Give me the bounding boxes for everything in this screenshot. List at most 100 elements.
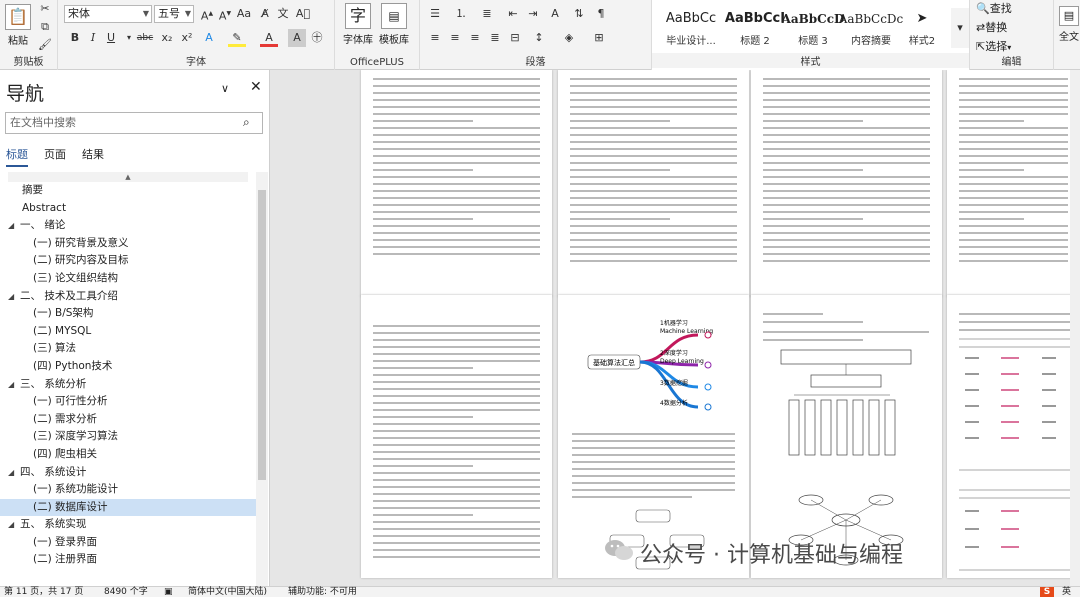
borders-icon[interactable]: ⊞ bbox=[590, 29, 608, 47]
numbering-icon[interactable]: ⒈ bbox=[452, 5, 470, 23]
nav-subheading-item[interactable]: (一) 登录界面 bbox=[0, 534, 256, 552]
sort-icon[interactable]: ⇅ bbox=[570, 5, 588, 23]
format-painter-icon[interactable]: 🖌 bbox=[36, 36, 54, 54]
bold-icon[interactable]: B bbox=[66, 29, 84, 47]
highlight-icon[interactable]: ✎ bbox=[228, 29, 246, 47]
document-area[interactable]: 基础算法汇总 1机器学习 Machine Learning 2深度学习 Deep… bbox=[271, 70, 1080, 586]
ime-logo-icon[interactable]: S bbox=[1040, 587, 1054, 597]
ime-mode[interactable]: 英 bbox=[1062, 587, 1071, 597]
nav-heading-item[interactable]: ◢ 五、 系统实现 bbox=[0, 516, 256, 534]
scroll-thumb[interactable] bbox=[258, 190, 266, 480]
language-indicator[interactable]: 简体中文(中国大陆) bbox=[188, 587, 267, 597]
nav-subheading-item[interactable]: (三) 算法 bbox=[0, 340, 256, 358]
fulltext-button[interactable]: ▤ 全文 bbox=[1056, 6, 1080, 43]
page-thumbnail[interactable] bbox=[558, 70, 749, 297]
tab-headings[interactable]: 标题 bbox=[6, 146, 28, 167]
align-right-icon[interactable]: ≡ bbox=[466, 29, 484, 47]
nav-scrollbar[interactable] bbox=[256, 172, 268, 586]
scroll-up-icon[interactable]: ▲ bbox=[8, 172, 248, 182]
accessibility-status[interactable]: 辅助功能: 不可用 bbox=[288, 587, 357, 597]
char-shading-icon[interactable]: A bbox=[288, 29, 306, 47]
font-library-button[interactable]: 字 字体库 bbox=[341, 3, 375, 46]
font-color-icon[interactable]: A bbox=[260, 29, 278, 47]
nav-heading-item[interactable]: ◢ 四、 系统设计 bbox=[0, 464, 256, 482]
char-border-icon[interactable]: A⃞ bbox=[294, 5, 312, 23]
search-icon[interactable]: ⌕ bbox=[243, 115, 250, 130]
align-center-icon[interactable]: ≡ bbox=[446, 29, 464, 47]
chevron-down-icon[interactable]: ∨ bbox=[221, 82, 229, 95]
nav-heading-item[interactable]: Abstract bbox=[0, 200, 256, 218]
nav-subheading-item[interactable]: (四) 爬虫相关 bbox=[0, 446, 256, 464]
chinese-layout-icon[interactable]: A bbox=[546, 5, 564, 23]
nav-heading-item[interactable]: ◢ 二、 技术及工具介绍 bbox=[0, 288, 256, 306]
nav-subheading-item[interactable]: (一) B/S架构 bbox=[0, 305, 256, 323]
nav-heading-item[interactable]: 摘要 bbox=[0, 182, 256, 200]
proofing-icon[interactable]: ▣ bbox=[164, 587, 173, 597]
tab-pages[interactable]: 页面 bbox=[44, 146, 66, 165]
style-item[interactable]: AaBbCc 毕业设计... bbox=[656, 6, 726, 50]
line-spacing-icon[interactable]: ↕ bbox=[530, 29, 548, 47]
grow-font-icon[interactable]: A▲ bbox=[198, 5, 216, 23]
nav-subheading-item[interactable]: (二) 需求分析 bbox=[0, 411, 256, 429]
show-marks-icon[interactable]: ¶ bbox=[592, 5, 610, 23]
page-count[interactable]: 第 11 页，共 17 页 bbox=[4, 587, 83, 597]
shrink-font-icon[interactable]: A▼ bbox=[216, 5, 234, 23]
nav-subheading-item[interactable]: (一) 系统功能设计 bbox=[0, 481, 256, 499]
phonetic-icon[interactable]: 文 bbox=[274, 5, 292, 23]
italic-icon[interactable]: I bbox=[84, 29, 102, 47]
nav-subheading-item[interactable]: (二) 注册界面 bbox=[0, 551, 256, 569]
decrease-indent-icon[interactable]: ⇤ bbox=[504, 5, 522, 23]
clear-format-icon[interactable]: A̸ bbox=[256, 5, 274, 23]
cut-icon[interactable]: ✂ bbox=[36, 0, 54, 18]
page-thumbnail[interactable] bbox=[751, 295, 942, 578]
collapse-triangle-icon[interactable]: ◢ bbox=[8, 217, 20, 235]
collapse-triangle-icon[interactable]: ◢ bbox=[8, 376, 20, 394]
nav-subheading-item[interactable]: (二) MYSQL bbox=[0, 323, 256, 341]
nav-subheading-item[interactable]: (一) 可行性分析 bbox=[0, 393, 256, 411]
nav-heading-item[interactable]: ◢ 一、 绪论 bbox=[0, 217, 256, 235]
page-thumbnail[interactable] bbox=[751, 70, 942, 297]
font-size-combo[interactable]: 五号 ▼ bbox=[154, 5, 194, 23]
document-scrollbar[interactable] bbox=[1070, 70, 1080, 586]
bullets-icon[interactable]: ☰ bbox=[426, 5, 444, 23]
justify-icon[interactable]: ≣ bbox=[486, 29, 504, 47]
shading-icon[interactable]: ◈ bbox=[560, 29, 578, 47]
select-button[interactable]: ⇱选择▾ bbox=[976, 38, 1011, 54]
style-item[interactable]: ➤ 样式2 bbox=[896, 6, 948, 50]
find-button[interactable]: 🔍查找 bbox=[976, 0, 1012, 16]
page-thumbnail[interactable] bbox=[947, 70, 1080, 297]
align-left-icon[interactable]: ≡ bbox=[426, 29, 444, 47]
close-icon[interactable]: ✕ bbox=[250, 79, 262, 95]
collapse-triangle-icon[interactable]: ◢ bbox=[8, 516, 20, 534]
multilevel-list-icon[interactable]: ≣ bbox=[478, 5, 496, 23]
copy-icon[interactable]: ⧉ bbox=[36, 18, 54, 36]
underline-icon[interactable]: U bbox=[102, 29, 120, 47]
page-thumbnail[interactable] bbox=[361, 70, 552, 297]
strikethrough-icon[interactable]: abc bbox=[136, 29, 154, 47]
nav-subheading-item[interactable]: (三) 深度学习算法 bbox=[0, 428, 256, 446]
nav-subheading-item[interactable]: (三) 论文组织结构 bbox=[0, 270, 256, 288]
nav-subheading-item[interactable]: (二) 数据库设计 bbox=[0, 498, 256, 517]
page-thumbnail[interactable]: 基础算法汇总 1机器学习 Machine Learning 2深度学习 Deep… bbox=[558, 295, 749, 578]
collapse-triangle-icon[interactable]: ◢ bbox=[8, 288, 20, 306]
increase-indent-icon[interactable]: ⇥ bbox=[524, 5, 542, 23]
page-thumbnail[interactable] bbox=[947, 295, 1080, 578]
nav-search-input[interactable]: 在文档中搜索 bbox=[5, 112, 263, 134]
styles-more-icon[interactable]: ▾ bbox=[951, 8, 969, 48]
template-library-button[interactable]: ▤ 模板库 bbox=[377, 3, 411, 46]
distributed-icon[interactable]: ⊟ bbox=[506, 29, 524, 47]
nav-subheading-item[interactable]: (二) 研究内容及目标 bbox=[0, 252, 256, 270]
replace-button[interactable]: ⇄替换 bbox=[976, 19, 1007, 35]
subscript-icon[interactable]: x₂ bbox=[158, 29, 176, 47]
nav-subheading-item[interactable]: (一) 研究背景及意义 bbox=[0, 235, 256, 253]
superscript-icon[interactable]: x² bbox=[178, 29, 196, 47]
text-effects-icon[interactable]: A bbox=[200, 29, 218, 47]
collapse-triangle-icon[interactable]: ◢ bbox=[8, 464, 20, 482]
enclose-char-icon[interactable]: ㊉ bbox=[308, 29, 326, 47]
page-thumbnail[interactable] bbox=[361, 295, 552, 578]
nav-subheading-item[interactable]: (四) Python技术 bbox=[0, 358, 256, 376]
paste-button[interactable]: 📋 粘贴 bbox=[4, 4, 32, 47]
nav-heading-item[interactable]: ◢ 三、 系统分析 bbox=[0, 376, 256, 394]
word-count[interactable]: 8490 个字 bbox=[104, 587, 148, 597]
tab-results[interactable]: 结果 bbox=[82, 146, 104, 165]
